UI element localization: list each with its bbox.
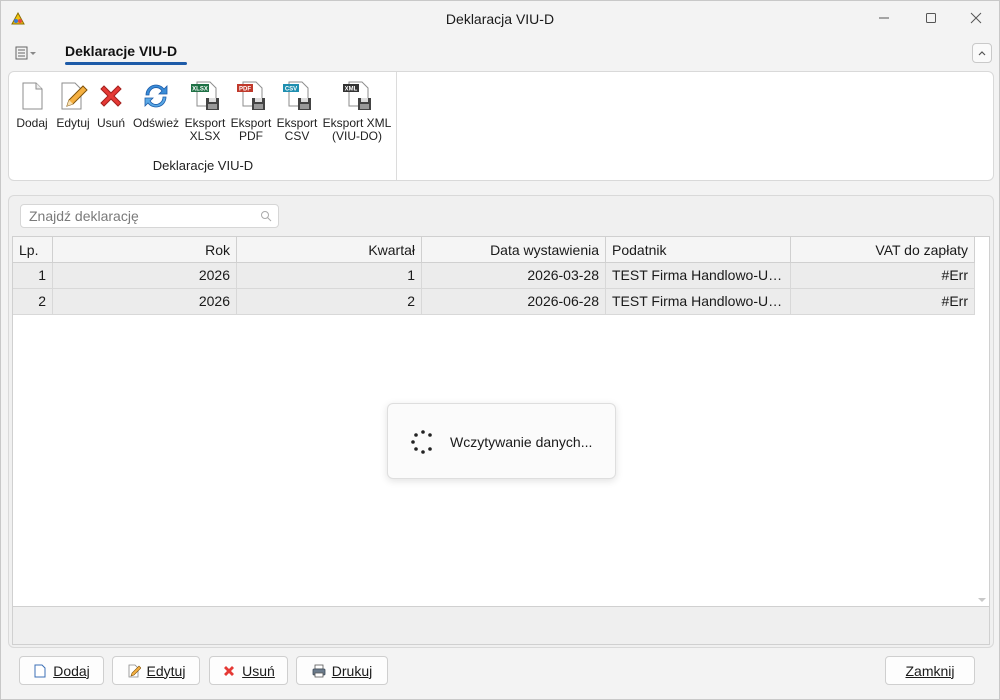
cell-data: 2026-06-28 [422,289,606,314]
cell-lp: 2 [13,289,53,314]
refresh-icon [144,84,168,108]
xlsx-file-icon: XLSX [191,81,219,110]
chevron-up-icon [978,51,986,56]
ribbon-delete-button[interactable]: Usuń [95,80,127,130]
xml-badge-text: XML [345,87,358,93]
cell-vat: #Err [791,289,975,314]
csv-badge-text: CSV [285,87,297,93]
ribbon-tab-strip: Deklaracje VIU-D [1,37,999,69]
cell-data: 2026-03-28 [422,263,606,288]
close-button[interactable]: Zamknij [885,656,975,685]
scroll-down-icon[interactable] [977,595,987,605]
window-title: Deklaracja VIU-D [445,11,555,27]
close-window-button[interactable] [953,1,999,35]
minimize-icon [879,17,889,19]
ribbon-delete-label: Usuń [96,116,125,130]
ribbon-export-pdf-label-2: PDF [239,129,263,143]
document-icon [34,664,46,677]
print-button[interactable]: Drukuj [296,656,388,685]
search-box [20,204,279,228]
column-header-podatnik[interactable]: Podatnik [606,237,791,263]
title-bar: Deklaracja VIU-D [1,1,999,35]
ribbon-export-xlsx-label-2: XLSX [189,129,221,143]
ribbon-export-xml-button[interactable]: XML Eksport XML (VIU-DO) [322,80,392,143]
cell-vat: #Err [791,263,975,288]
ribbon-add-button[interactable]: Dodaj [15,80,49,130]
table-header: Lp. Rok Kwartał Data wystawienia Podatni… [13,237,975,263]
close-button-label: Zamknij [905,662,955,679]
column-header-kwartal[interactable]: Kwartał [237,237,422,263]
table-row[interactable]: 2 2026 2 2026-06-28 TEST Firma Handlowo-… [13,289,975,315]
search-input[interactable] [21,205,251,227]
ribbon-export-csv-button[interactable]: CSV Eksport CSV [275,80,319,143]
quick-menu-icon[interactable] [15,45,37,61]
table-body: 1 2026 1 2026-03-28 TEST Firma Handlowo-… [13,263,975,315]
pdf-file-icon: PDF [237,81,265,110]
print-button-label: Drukuj [331,662,373,679]
ribbon-edit-label: Edytuj [56,116,90,130]
cell-podatnik: TEST Firma Handlowo-Usł... [606,263,791,288]
loading-text: Wczytywanie danych... [450,434,593,450]
edit-button[interactable]: Edytuj [112,656,200,685]
delete-button[interactable]: Usuń [209,656,288,685]
ribbon-add-label: Dodaj [16,116,48,130]
xlsx-badge-text: XLSX [192,87,208,93]
edit-pencil-icon [61,82,88,110]
cell-rok: 2026 [53,263,237,288]
active-tab-indicator [65,62,187,65]
ribbon-group-label: Deklaracje VIU-D [152,158,254,173]
loading-popup: Wczytywanie danych... [387,403,616,479]
edit-pencil-icon [128,664,141,677]
ribbon-export-pdf-button[interactable]: PDF Eksport PDF [229,80,273,143]
ribbon-refresh-label: Odśwież [132,116,179,130]
column-header-vat[interactable]: VAT do zapłaty [791,237,975,263]
maximize-icon [926,13,936,23]
table-row[interactable]: 1 2026 1 2026-03-28 TEST Firma Handlowo-… [13,263,975,289]
pdf-badge-text: PDF [239,87,251,93]
table-footer [12,607,990,645]
delete-x-icon [224,665,235,676]
ribbon-export-csv-label-2: CSV [284,129,310,143]
ribbon-group-deklaracje: Dodaj Edytuj Usuń Odśwież XLSX Eksport X… [9,72,397,180]
minimize-button[interactable] [861,1,907,35]
cell-podatnik: TEST Firma Handlowo-Usł... [606,289,791,314]
column-header-data[interactable]: Data wystawienia [422,237,606,263]
ribbon-export-xlsx-button[interactable]: XLSX Eksport XLSX [183,80,227,143]
ribbon-edit-button[interactable]: Edytuj [54,80,92,130]
app-window: Deklaracja VIU-D Deklaracje VIU-D Dodaj … [0,0,1000,700]
add-button[interactable]: Dodaj [19,656,104,685]
ribbon-refresh-button[interactable]: Odśwież [132,80,180,130]
add-button-label: Dodaj [53,662,90,679]
delete-x-icon [100,85,122,107]
delete-button-label: Usuń [242,662,275,679]
close-icon [970,12,982,24]
document-icon [22,82,43,110]
csv-file-icon: CSV [283,81,311,110]
search-icon [261,211,272,222]
column-header-lp[interactable]: Lp. [13,237,53,263]
ribbon-export-xml-label-2: (VIU-DO) [332,129,382,143]
printer-icon [312,664,326,677]
edit-button-label: Edytuj [146,662,186,679]
cell-lp: 1 [13,263,53,288]
loading-spinner-icon [411,430,432,454]
collapse-ribbon-button[interactable] [972,43,992,63]
xml-file-icon: XML [343,81,371,110]
cell-kwartal: 2 [237,289,422,314]
cell-kwartal: 1 [237,263,422,288]
column-header-rok[interactable]: Rok [53,237,237,263]
tab-deklaracje[interactable]: Deklaracje VIU-D [65,43,177,59]
ribbon: Dodaj Edytuj Usuń Odśwież XLSX Eksport X… [8,71,994,181]
cell-rok: 2026 [53,289,237,314]
maximize-button[interactable] [908,1,954,35]
